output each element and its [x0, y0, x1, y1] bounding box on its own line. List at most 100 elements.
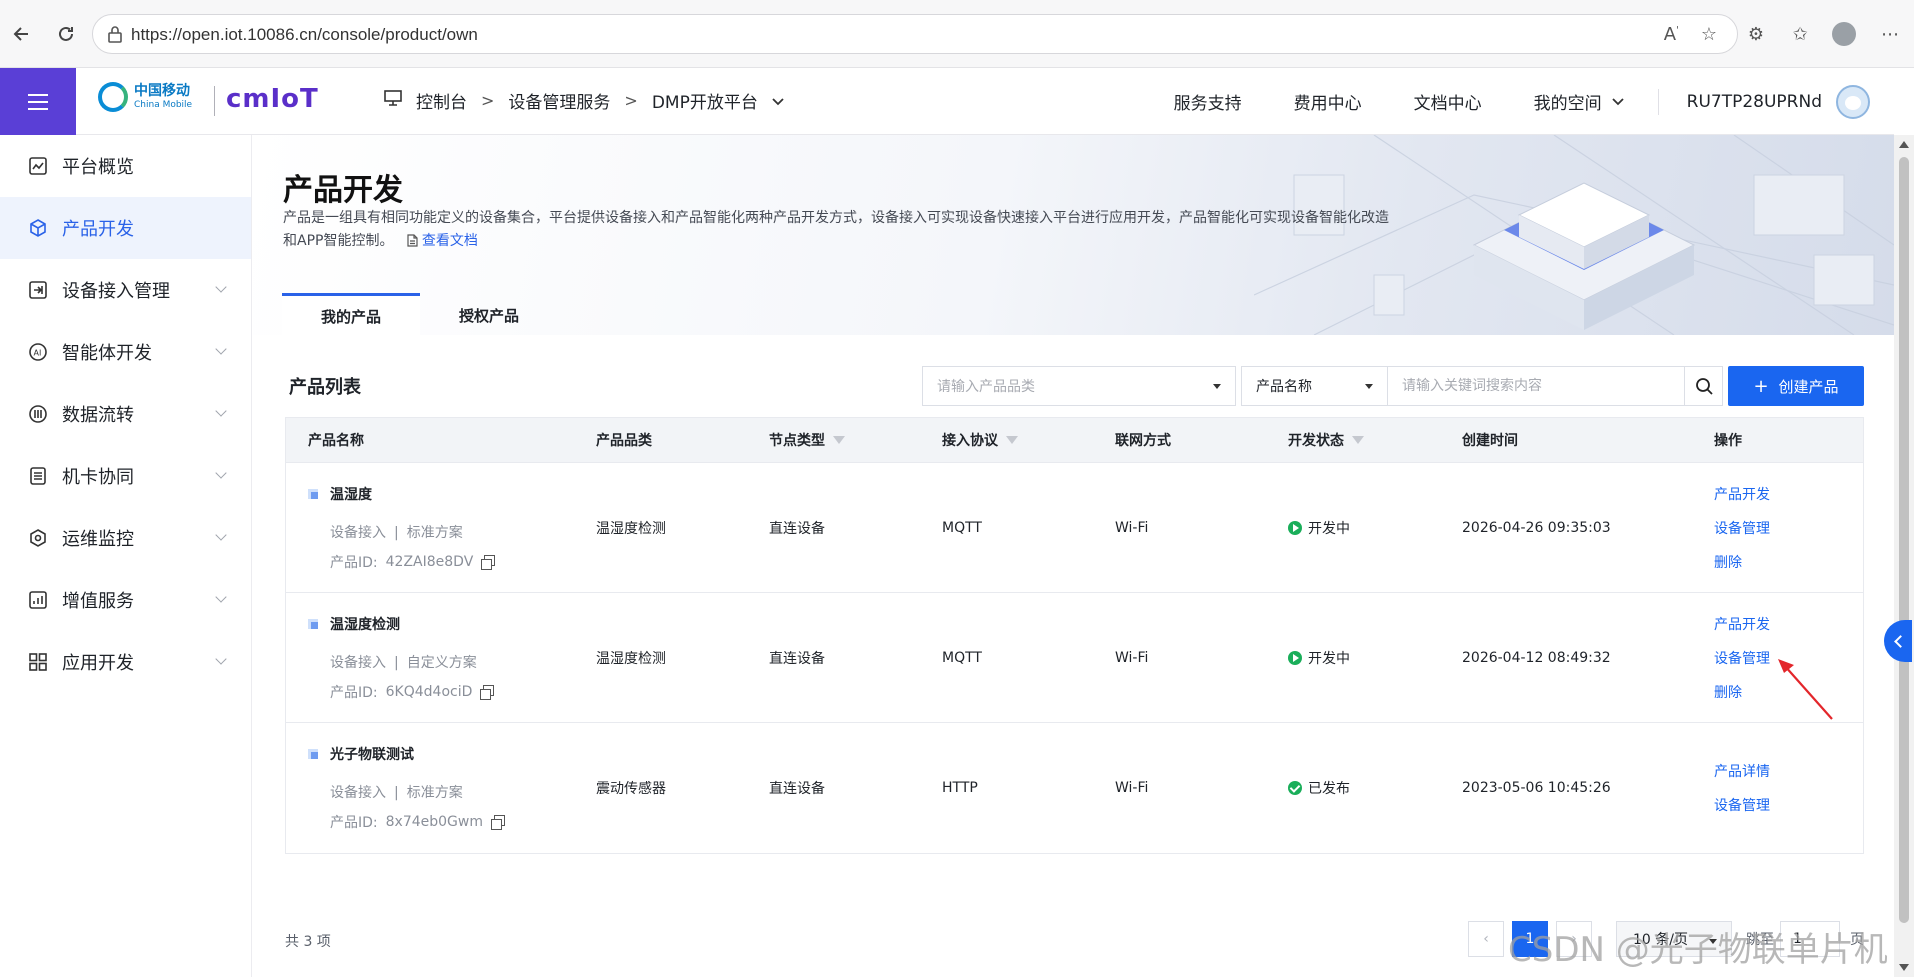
search-input[interactable]: [1387, 366, 1685, 406]
sidebar-item-data-flow[interactable]: 数据流转: [0, 383, 251, 445]
sidebar-item-label: 应用开发: [62, 653, 134, 674]
chevron-down-icon: [215, 591, 227, 603]
device-manage-link[interactable]: 设备管理: [1714, 795, 1834, 815]
breadcrumb-device-service[interactable]: 设备管理服务: [508, 88, 610, 113]
more-icon[interactable]: ⋯: [1876, 20, 1904, 48]
console-icon: [384, 90, 402, 111]
delete-link[interactable]: 删除: [1714, 552, 1834, 572]
in-progress-icon: [1288, 650, 1302, 665]
protocol: MQTT: [942, 519, 982, 536]
filter-icon[interactable]: [1352, 436, 1364, 444]
chevron-down-icon: [215, 343, 227, 355]
user-name[interactable]: RU7TP28UPRNd: [1687, 92, 1822, 112]
svg-text:AI: AI: [34, 349, 42, 358]
sidebar-item-value-added[interactable]: 增值服务: [0, 569, 251, 631]
app-header: 中国移动 China Mobile cmIoT 控制台 > 设备管理服务 > D…: [0, 68, 1894, 135]
sidebar-item-product-dev[interactable]: 产品开发: [0, 197, 251, 259]
nav-docs[interactable]: 文档中心: [1414, 89, 1482, 114]
cmiot-logo[interactable]: cmIoT: [226, 84, 319, 114]
nav-divider: [1657, 88, 1659, 115]
scroll-thumb[interactable]: [1899, 157, 1909, 923]
product-icon: [308, 488, 318, 499]
product-name[interactable]: 光子物联测试: [330, 744, 414, 764]
network: Wi-Fi: [1115, 649, 1149, 666]
refresh-icon[interactable]: [52, 20, 80, 48]
page-scrollbar[interactable]: [1894, 135, 1914, 977]
product-name[interactable]: 温湿度: [330, 484, 372, 504]
sidebar-item-label: 智能体开发: [62, 343, 152, 364]
plus-icon: +: [1753, 375, 1769, 397]
product-dev-link[interactable]: 产品开发: [1714, 614, 1834, 634]
status-text: 开发中: [1308, 520, 1350, 537]
in-progress-icon: [1288, 520, 1302, 535]
copy-icon[interactable]: [491, 815, 505, 830]
created-time: 2026-04-12 08:49:32: [1462, 649, 1611, 666]
chart-icon: [28, 156, 48, 176]
filter-icon[interactable]: [1006, 436, 1018, 444]
product-id: 6KQ4d4ociD: [385, 683, 473, 700]
tab-my-products[interactable]: 我的产品: [282, 293, 420, 335]
product-category: 温湿度检测: [596, 520, 666, 537]
sidebar-item-monitoring[interactable]: 运维监控: [0, 507, 251, 569]
node-type: 直连设备: [769, 520, 825, 537]
chevron-down-icon: [215, 405, 227, 417]
search-field-select[interactable]: 产品名称: [1241, 366, 1387, 406]
meta-divider: |: [394, 654, 399, 671]
search-button[interactable]: [1685, 366, 1723, 406]
col-category: 产品品类: [596, 433, 652, 449]
avatar[interactable]: [1836, 84, 1870, 119]
scroll-down-icon[interactable]: [1899, 964, 1909, 971]
created-time: 2023-05-06 10:45:26: [1462, 780, 1611, 796]
filter-icon[interactable]: [833, 436, 845, 444]
pager-total: 共 3 项: [285, 934, 331, 950]
scroll-up-icon[interactable]: [1899, 141, 1909, 148]
breadcrumb-console[interactable]: 控制台: [416, 88, 467, 113]
url-text[interactable]: https://open.iot.10086.cn/console/produc…: [131, 25, 478, 45]
breadcrumb-dmp[interactable]: DMP开放平台: [652, 88, 758, 113]
site-info-icon[interactable]: [107, 25, 123, 47]
product-category: 温湿度检测: [596, 650, 666, 667]
favorite-star-icon[interactable]: ☆: [1701, 24, 1717, 45]
copy-icon[interactable]: [481, 554, 496, 570]
sidebar-item-agent-dev[interactable]: AI 智能体开发: [0, 321, 251, 383]
device-manage-link[interactable]: 设备管理: [1714, 518, 1834, 538]
china-mobile-logo[interactable]: 中国移动 China Mobile: [98, 82, 192, 112]
product-category: 震动传感器: [596, 781, 666, 797]
nav-billing[interactable]: 费用中心: [1294, 89, 1362, 114]
sidebar-item-app-dev[interactable]: 应用开发: [0, 631, 251, 693]
chevron-down-icon[interactable]: [772, 91, 784, 111]
protocol: MQTT: [942, 649, 982, 666]
china-mobile-logo-icon: [98, 82, 128, 112]
sidebar-item-overview[interactable]: 平台概览: [0, 135, 251, 197]
copy-icon[interactable]: [480, 684, 495, 700]
read-aloud-icon[interactable]: Aꞌ: [1664, 24, 1679, 45]
logo-divider: [214, 86, 215, 116]
nav-my-space[interactable]: 我的空间: [1534, 89, 1624, 114]
sidebar-item-device-access[interactable]: 设备接入管理: [0, 259, 251, 321]
create-product-button[interactable]: + 创建产品: [1728, 366, 1864, 406]
nav-service-support[interactable]: 服务支持: [1174, 89, 1242, 114]
scheme-type: 标准方案: [406, 785, 463, 801]
col-protocol-label: 接入协议: [942, 433, 998, 449]
product-detail-link[interactable]: 产品详情: [1714, 761, 1834, 781]
col-node-type-label: 节点类型: [769, 433, 825, 449]
extensions-icon[interactable]: ⚙: [1742, 20, 1770, 48]
hamburger-menu-icon[interactable]: [0, 68, 76, 135]
profile-icon[interactable]: [1830, 20, 1858, 48]
address-bar[interactable]: https://open.iot.10086.cn/console/produc…: [92, 14, 1738, 54]
favorites-icon[interactable]: ✩: [1786, 20, 1814, 48]
sidebar-item-sim-card[interactable]: 机卡协同: [0, 445, 251, 507]
product-name[interactable]: 温湿度检测: [330, 614, 400, 634]
published-check-icon: [1288, 781, 1302, 795]
product-list-card: 产品列表 请输入产品品类 产品名称 + 创建产品 产品名称 产品品类: [253, 335, 1894, 977]
brand-en: China Mobile: [134, 100, 193, 110]
category-select[interactable]: 请输入产品品类: [922, 366, 1236, 406]
tab-authorized-products[interactable]: 授权产品: [420, 293, 558, 335]
product-dev-link[interactable]: 产品开发: [1714, 484, 1834, 504]
col-actions: 操作: [1714, 433, 1742, 449]
view-docs-link[interactable]: 查看文档: [406, 233, 478, 249]
back-icon[interactable]: [8, 20, 36, 48]
sidebar-item-label: 设备接入管理: [62, 281, 170, 302]
chevron-down-icon: [1612, 97, 1624, 105]
prev-page-icon[interactable]: ‹: [1468, 921, 1504, 957]
